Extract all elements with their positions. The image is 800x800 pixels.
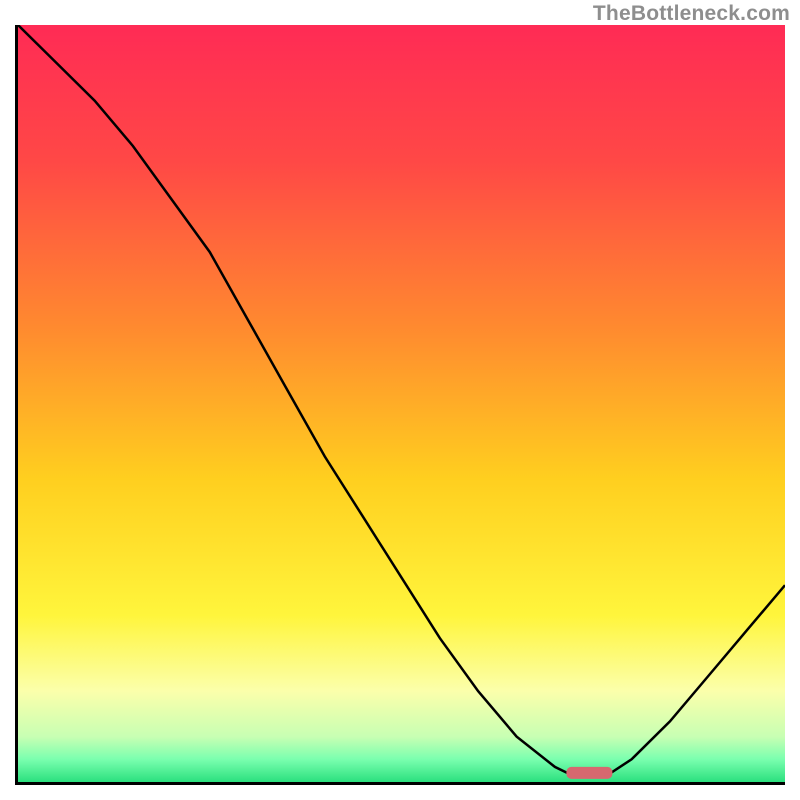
optimal-marker	[566, 767, 612, 779]
chart-plot	[18, 25, 785, 782]
watermark-text: TheBottleneck.com	[593, 2, 790, 26]
gradient-fill	[18, 25, 785, 782]
